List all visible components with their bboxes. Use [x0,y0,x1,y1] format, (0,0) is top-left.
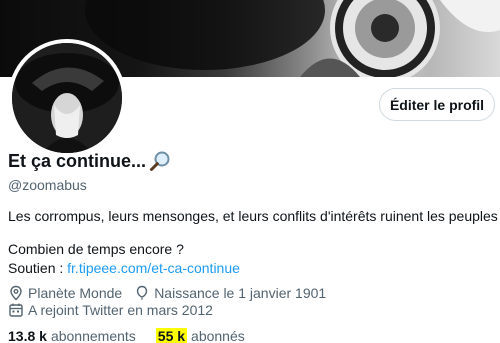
location-pin-icon [10,285,22,301]
profile-handle: @zoomabus [8,177,87,193]
magnifier-icon [150,151,170,171]
bio-line: Les corrompus, leurs mensonges, et leurs… [8,208,500,224]
display-name: Et ça continue... [8,150,147,171]
followers-label: abonnés [191,328,245,343]
bio-support-line: Soutien : fr.tipeee.com/et-ca-continue [8,259,240,278]
avatar[interactable] [8,39,126,157]
edit-profile-button[interactable]: Éditer le profil [379,88,495,121]
profile-meta-row: Planète Monde Naissance le 1 janvier 190… [8,285,338,301]
bio-line: Combien de temps encore ? [8,241,184,257]
joined-item: A rejoint Twitter en mars 2012 [8,302,213,318]
followers-link[interactable]: 55 k abonnés [155,328,245,343]
location-item: Planète Monde [8,285,122,301]
bio-support-prefix: Soutien : [8,260,64,276]
avatar-image [12,43,122,153]
profile-name-row: Et ça continue... [8,150,171,172]
balloon-icon [136,285,148,300]
tipeee-link[interactable]: fr.tipeee.com/et-ca-continue [67,260,240,276]
calendar-icon [9,303,23,317]
birth-item: Naissance le 1 janvier 1901 [134,285,326,301]
birth-text: Naissance le 1 janvier 1901 [154,285,327,301]
follow-stats: 13.8 k abonnements 55 k abonnés [8,328,265,343]
profile-meta-row: A rejoint Twitter en mars 2012 [8,302,225,318]
location-text: Planète Monde [28,285,123,301]
following-count: 13.8 k [8,328,47,343]
joined-text: A rejoint Twitter en mars 2012 [28,302,213,318]
followers-count: 55 k [155,328,188,343]
following-link[interactable]: 13.8 k abonnements [8,328,136,343]
following-label: abonnements [50,328,136,343]
